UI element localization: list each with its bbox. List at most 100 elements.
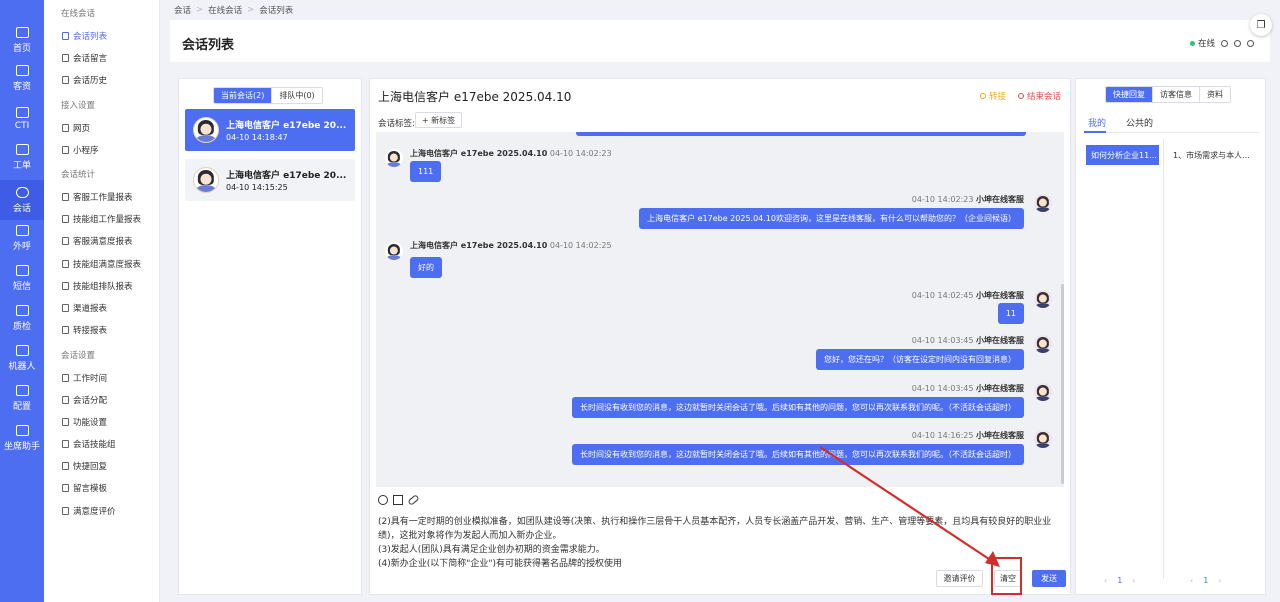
breadcrumb: 会话 > 在线会话 > 会话列表 — [174, 4, 293, 16]
page-header: 会话列表 在线 — [170, 20, 1270, 62]
session-item[interactable]: 上海电信客户 e17ebe 20... 04-10 14:15:25 — [185, 159, 355, 201]
category-pager: ‹ 1 › — [1104, 576, 1136, 585]
quick-reply-category[interactable]: 如何分析企业11... — [1086, 145, 1159, 165]
volume-icon[interactable] — [1247, 39, 1254, 47]
doc-icon — [62, 418, 69, 426]
next-page-icon[interactable]: › — [1132, 576, 1135, 585]
tab-queue[interactable]: 排队中(0) — [271, 88, 322, 103]
menu-item-agent-report[interactable]: 客服工作量报表 — [62, 191, 133, 203]
menu-item-work-time[interactable]: 工作时间 — [62, 372, 107, 384]
rail-item-label: 短信 — [12, 281, 31, 292]
message-meta: 04-10 14:16:25 小坤在线客服 — [911, 431, 1024, 440]
agent-avatar — [1034, 383, 1052, 401]
rail-item-label: 客资 — [12, 81, 31, 92]
doc-icon — [62, 124, 69, 132]
agent-status[interactable]: 在线 — [1189, 37, 1254, 49]
menu-item-distribution[interactable]: 会话分配 — [62, 394, 107, 406]
invite-rating-button[interactable]: 邀请评价 — [936, 570, 983, 587]
rail-item-sms[interactable]: 短信 — [0, 258, 44, 298]
message-meta: 上海电信客户 e17ebe 2025.04.10 04-10 14:02:25 — [410, 241, 612, 250]
end-session-button[interactable]: 结束会话 — [1018, 90, 1061, 102]
message-list[interactable]: 上海电信客户 e17ebe 2025.04.10 04-10 14:02:23 … — [376, 132, 1064, 487]
doc-icon — [62, 440, 69, 448]
chat-panel: 上海电信客户 e17ebe 2025.04.10 转接 结束会话 会话标签: +… — [369, 78, 1071, 595]
next-page-icon[interactable]: › — [1218, 576, 1221, 585]
rail-item-config[interactable]: 配置 — [0, 378, 44, 418]
online-status[interactable]: 在线 — [1189, 37, 1215, 49]
editor-toolbar — [378, 494, 420, 506]
breadcrumb-item[interactable]: 会话 — [174, 4, 191, 16]
doc-icon — [62, 374, 69, 382]
menu-item-skill-satisfaction[interactable]: 技能组满意度报表 — [62, 258, 141, 270]
menu-item-quick-reply[interactable]: 快捷回复 — [62, 460, 107, 472]
emoji-icon[interactable] — [378, 495, 388, 505]
session-item[interactable]: 上海电信客户 e17ebe 20... 04-10 14:18:47 — [185, 109, 355, 151]
menu-item-transfer-report[interactable]: 转接报表 — [62, 324, 107, 336]
menu-item-channel-report[interactable]: 渠道报表 — [62, 302, 107, 314]
tab-visitor-info[interactable]: 访客信息 — [1152, 87, 1199, 102]
doc-icon — [62, 326, 69, 334]
message-bubble: 长时间没有收到您的消息，这边就暂时关闭会话了哦。后续如有其他的问题，您可以再次联… — [572, 444, 1024, 465]
current-page[interactable]: 1 — [1203, 576, 1208, 585]
link-icon[interactable] — [407, 494, 420, 506]
rail-item-customer[interactable]: 客资 — [0, 58, 44, 98]
customer-avatar — [193, 117, 219, 143]
user-icon[interactable] — [1221, 39, 1228, 47]
tab-current-sessions[interactable]: 当前会话(2) — [214, 88, 272, 103]
prev-page-icon[interactable]: ‹ — [1190, 576, 1193, 585]
end-icon — [1018, 93, 1024, 99]
menu-item-skill-group[interactable]: 会话技能组 — [62, 438, 116, 450]
robot-icon — [15, 344, 29, 356]
rail-item-assistant[interactable]: 坐席助手 — [0, 418, 44, 458]
session-tag-label: 会话标签: — [378, 119, 415, 129]
menu-item-queue-report[interactable]: 技能组排队报表 — [62, 280, 133, 292]
rail-item-chat[interactable]: 会话 — [0, 180, 44, 220]
rail-item-ticket[interactable]: 工单 — [0, 137, 44, 177]
menu-item-skill-report[interactable]: 技能组工作量报表 — [62, 213, 141, 225]
menu-item-session-list[interactable]: 会话列表 — [62, 30, 107, 42]
transfer-icon — [980, 93, 986, 99]
gear-icon[interactable] — [1234, 39, 1241, 47]
tab-quick-reply[interactable]: 快捷回复 — [1106, 87, 1152, 102]
menu-group-online: 在线会话 — [61, 9, 96, 19]
tab-resources[interactable]: 资料 — [1199, 87, 1230, 102]
send-button[interactable]: 发送 — [1032, 570, 1066, 587]
rail-item-phone[interactable]: 外呼 — [0, 218, 44, 258]
breadcrumb-item[interactable]: 在线会话 — [208, 4, 242, 16]
tab-mine[interactable]: 我的 — [1088, 116, 1106, 129]
quick-reply-panel: 快捷回复 访客信息 资料 我的 公共的 如何分析企业11... 1、市场需求与本… — [1075, 78, 1266, 595]
menu-item-miniapp[interactable]: 小程序 — [62, 144, 99, 156]
transfer-button[interactable]: 转接 — [980, 90, 1006, 102]
tab-public[interactable]: 公共的 — [1126, 116, 1153, 129]
session-name: 上海电信客户 e17ebe 20... — [226, 171, 347, 181]
scrollbar[interactable] — [1061, 284, 1064, 484]
menu-item-message-template[interactable]: 留言模板 — [62, 482, 107, 494]
new-tag-button[interactable]: + 新标签 — [415, 112, 462, 128]
message-bubble: 长时间没有收到您的消息，这边就暂时关闭会话了哦。后续如有其他的问题，您可以再次联… — [572, 397, 1024, 418]
menu-item-function-settings[interactable]: 功能设置 — [62, 416, 107, 428]
menu-item-satisfaction-eval[interactable]: 满意度评价 — [62, 505, 116, 517]
rail-item-home[interactable]: 首页 — [0, 20, 44, 60]
menu-item-web[interactable]: 网页 — [62, 122, 90, 134]
menu-item-message[interactable]: 会话留言 — [62, 52, 107, 64]
message-input[interactable]: (2)具有一定时期的创业模拟准备，如团队建设等(决策、执行和操作三层骨干人员基本… — [378, 515, 1064, 571]
current-page[interactable]: 1 — [1117, 576, 1122, 585]
rail-item-label: 坐席助手 — [3, 441, 40, 452]
agent-avatar — [1034, 335, 1052, 353]
doc-icon — [62, 193, 69, 201]
customer-icon — [15, 64, 29, 76]
rail-item-label: 工单 — [12, 160, 31, 171]
doc-icon — [62, 507, 69, 515]
column-divider — [1163, 139, 1164, 579]
quick-reply-item[interactable]: 1、市场需求与本人... — [1168, 145, 1260, 165]
rail-item-label: 质检 — [12, 321, 31, 332]
rail-item-inspect[interactable]: 质检 — [0, 298, 44, 338]
rail-item-cti[interactable]: CTI — [0, 99, 44, 139]
message-meta: 04-10 14:03:45 小坤在线客服 — [911, 336, 1024, 345]
image-icon[interactable] — [393, 495, 403, 505]
rail-item-robot[interactable]: 机器人 — [0, 338, 44, 378]
menu-item-agent-satisfaction[interactable]: 客服满意度报表 — [62, 235, 133, 247]
prev-page-icon[interactable]: ‹ — [1104, 576, 1107, 585]
book-icon[interactable]: ❐ — [1250, 14, 1272, 36]
menu-item-history[interactable]: 会话历史 — [62, 74, 107, 86]
